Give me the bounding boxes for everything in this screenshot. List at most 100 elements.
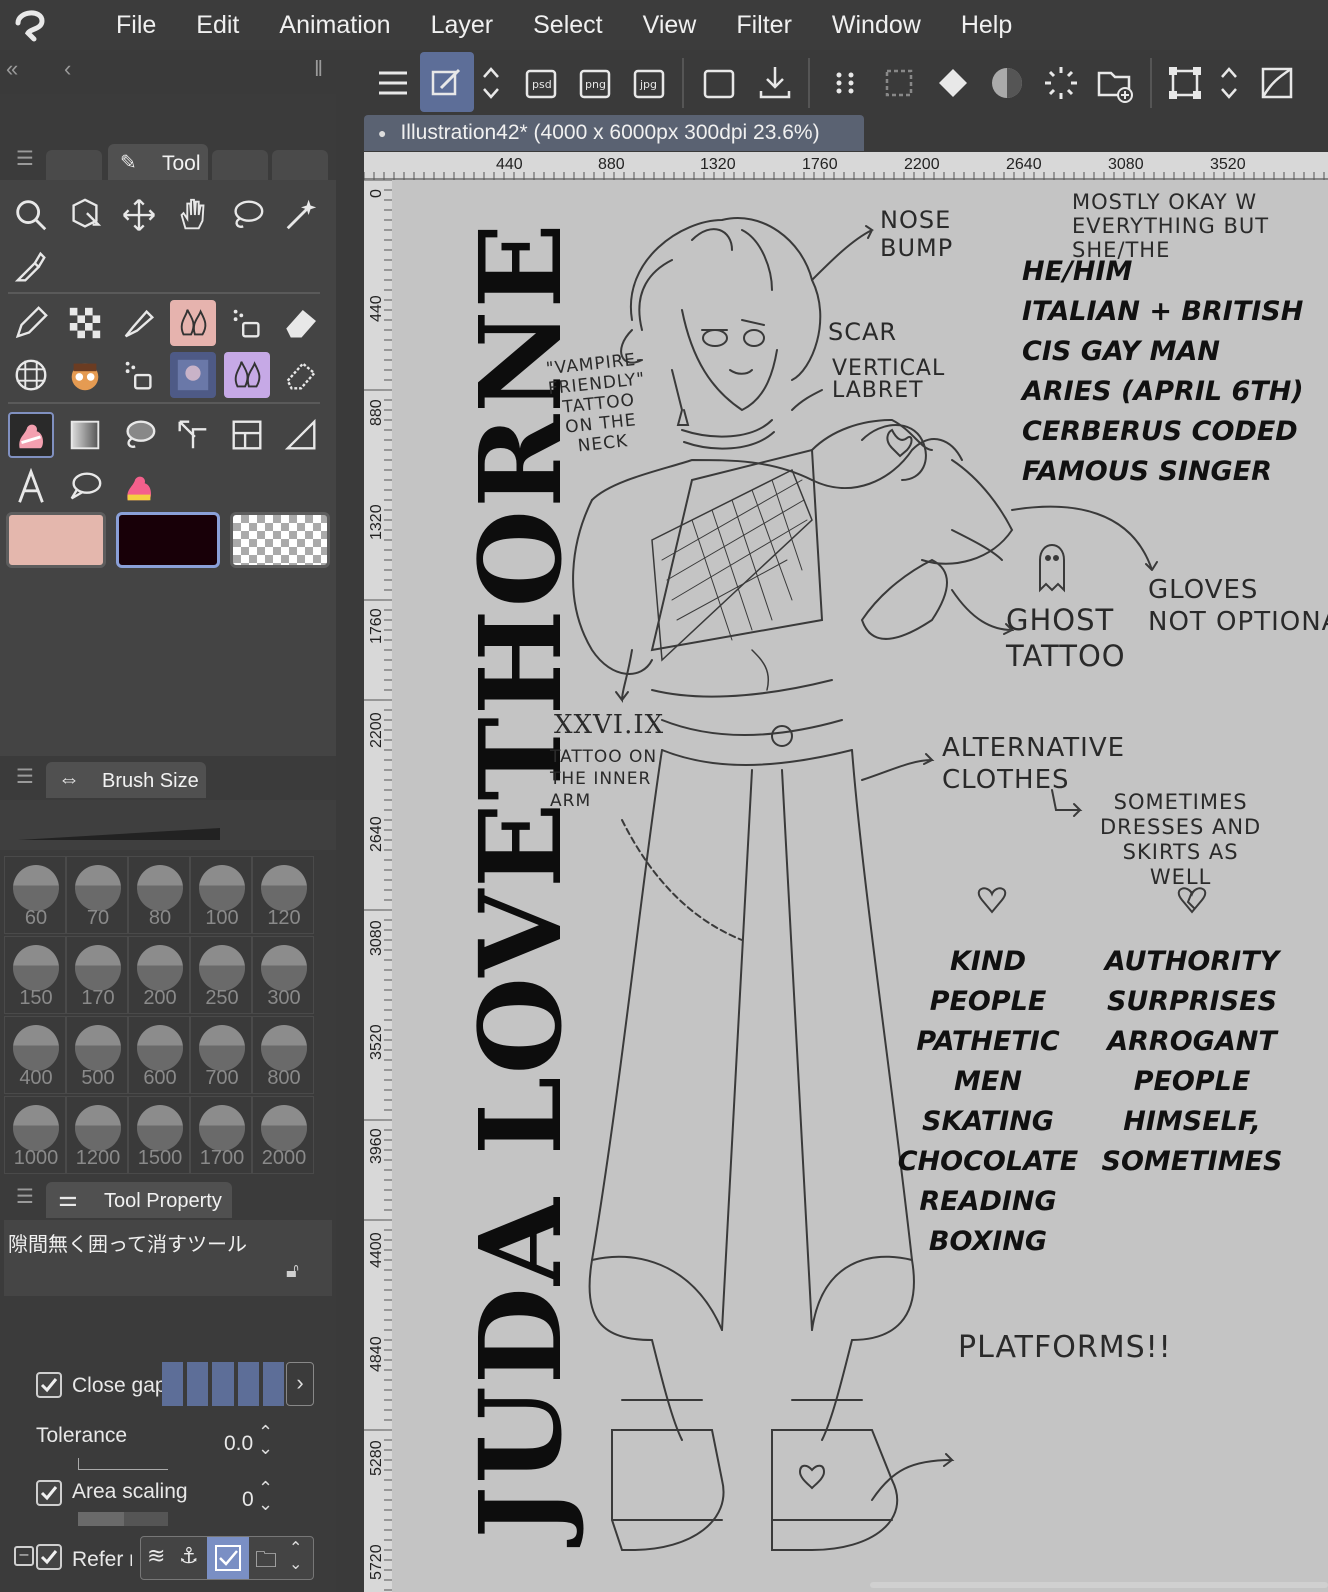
eraser-icon[interactable]	[278, 300, 324, 346]
export-jpg-icon[interactable]: jpg	[624, 58, 674, 108]
menu-file[interactable]: File	[116, 11, 156, 40]
tab-animation[interactable]	[272, 150, 328, 180]
brush-size-preset[interactable]: 100	[190, 856, 252, 934]
menu-animation[interactable]: Animation	[279, 11, 390, 40]
close-gap-checkbox[interactable]	[36, 1372, 62, 1398]
brush-size-preset[interactable]: 2000	[252, 1096, 314, 1174]
brush-size-preset[interactable]: 400	[4, 1016, 66, 1094]
menu-help[interactable]: Help	[961, 11, 1012, 40]
loading-spinner-icon[interactable]	[1036, 58, 1086, 108]
deselect-icon[interactable]	[874, 58, 924, 108]
tab-recent[interactable]	[46, 150, 102, 180]
brush-size-preset[interactable]: 500	[66, 1016, 128, 1094]
refer-stepper-icon[interactable]: ⌃ ⌄	[289, 1541, 302, 1573]
collapse-minus-icon[interactable]: –	[14, 1546, 34, 1566]
brush-size-slider[interactable]	[0, 800, 336, 850]
brush-size-preset[interactable]: 80	[128, 856, 190, 934]
app-logo-icon[interactable]	[0, 0, 60, 50]
main-color-swatch[interactable]	[6, 512, 106, 568]
menu-view[interactable]: View	[643, 11, 697, 40]
hamburger-menu-icon[interactable]	[368, 58, 418, 108]
brush-size-preset[interactable]: 150	[4, 936, 66, 1014]
brush-size-preset[interactable]: 300	[252, 936, 314, 1014]
selected-layer-icon[interactable]	[207, 1537, 249, 1579]
transparent-color-swatch[interactable]	[230, 512, 330, 568]
tab-tool[interactable]: ✎ Tool	[108, 144, 208, 180]
menu-edit[interactable]: Edit	[196, 11, 239, 40]
brush-size-preset[interactable]: 700	[190, 1016, 252, 1094]
layers-icon[interactable]: ≋	[147, 1543, 165, 1569]
collapse-left-icon[interactable]: ‹	[64, 56, 71, 82]
tone-curve-icon[interactable]	[1252, 58, 1302, 108]
gradient-icon[interactable]	[62, 412, 108, 458]
menu-filter[interactable]: Filter	[736, 11, 792, 40]
panel-menu-icon[interactable]: ☰	[16, 764, 34, 789]
brush-size-preset[interactable]: 70	[66, 856, 128, 934]
folder-icon[interactable]: 🗀︎	[255, 1543, 277, 1581]
canvas[interactable]: JUDA LOVETHORNE NOSE BUMP SCAR VERTICAL …	[392, 180, 1328, 1592]
close-gap-level[interactable]	[162, 1362, 285, 1406]
object-select-icon[interactable]	[62, 192, 108, 238]
panel-grip-icon[interactable]: ‖	[314, 56, 323, 82]
new-canvas-icon[interactable]	[694, 58, 744, 108]
magic-wand-icon[interactable]	[278, 192, 324, 238]
new-folder-icon[interactable]	[1090, 58, 1140, 108]
brush-size-preset[interactable]: 120	[252, 856, 314, 934]
image-brush-icon[interactable]	[170, 352, 216, 398]
tab-brush-size[interactable]: ⇔ Brush Size	[46, 762, 206, 798]
unlock-icon[interactable]: 🔓︎	[286, 1260, 299, 1283]
scroll-updown-2-icon[interactable]	[1214, 58, 1244, 108]
quick-access-icon[interactable]	[420, 52, 474, 112]
ruler-icon[interactable]	[278, 412, 324, 458]
brush-size-preset[interactable]: 60	[4, 856, 66, 934]
spray-icon[interactable]	[116, 352, 162, 398]
soft-eraser-icon[interactable]	[278, 352, 324, 398]
brush-size-preset[interactable]: 200	[128, 936, 190, 1014]
document-tab[interactable]: ● Illustration42* (4000 x 6000px 300dpi …	[364, 115, 864, 151]
area-scaling-slider[interactable]	[78, 1512, 168, 1526]
menu-layer[interactable]: Layer	[431, 11, 494, 40]
text-icon[interactable]	[8, 464, 54, 510]
move-icon[interactable]	[116, 192, 162, 238]
custom-brush-icon[interactable]	[62, 352, 108, 398]
tolerance-stepper-icon[interactable]: ⌃ ⌄	[258, 1423, 273, 1457]
refer-layer-options[interactable]: ≋ ⚓︎ 🗀︎ ⌃ ⌄	[140, 1536, 314, 1580]
export-psd-icon[interactable]: psd	[516, 58, 566, 108]
grip-dots-icon[interactable]	[820, 58, 870, 108]
area-scaling-checkbox[interactable]	[36, 1480, 62, 1506]
panel-menu-icon[interactable]: ☰	[16, 146, 34, 171]
area-scaling-stepper-icon[interactable]: ⌃ ⌄	[258, 1479, 273, 1513]
sub-color-swatch[interactable]	[116, 512, 220, 568]
correct-line-icon[interactable]	[116, 464, 162, 510]
hand-icon[interactable]	[170, 192, 216, 238]
fill-close-gap-icon[interactable]	[8, 412, 54, 458]
frame-border-icon[interactable]	[224, 412, 270, 458]
collapse-all-icon[interactable]: «	[6, 56, 18, 82]
fill-transparency-icon[interactable]	[982, 58, 1032, 108]
fill-bucket-icon[interactable]	[928, 58, 978, 108]
brush-size-preset[interactable]: 1200	[66, 1096, 128, 1174]
scroll-updown-icon[interactable]	[476, 58, 506, 108]
refer-multiple-checkbox[interactable]	[36, 1544, 62, 1570]
brush-size-preset[interactable]: 1700	[190, 1096, 252, 1174]
brush-size-preset[interactable]: 600	[128, 1016, 190, 1094]
lasso-fill-icon[interactable]	[116, 412, 162, 458]
brush-size-preset[interactable]: 1500	[128, 1096, 190, 1174]
balloon-icon[interactable]	[62, 464, 108, 510]
eyedropper-icon[interactable]	[8, 244, 54, 290]
tolerance-slider[interactable]	[78, 1458, 168, 1470]
horizontal-scrollbar[interactable]	[870, 1582, 1328, 1588]
brush-icon[interactable]	[116, 300, 162, 346]
pattern-icon[interactable]	[62, 300, 108, 346]
brush-size-preset[interactable]: 250	[190, 936, 252, 1014]
menu-window[interactable]: Window	[832, 11, 921, 40]
blend-brush-2-icon[interactable]	[224, 352, 270, 398]
export-png-icon[interactable]: png	[570, 58, 620, 108]
save-download-icon[interactable]	[750, 58, 800, 108]
brush-size-preset[interactable]: 170	[66, 936, 128, 1014]
transform-icon[interactable]	[1160, 58, 1210, 108]
zoom-icon[interactable]	[8, 192, 54, 238]
brush-size-preset[interactable]: 800	[252, 1016, 314, 1094]
brush-size-preset[interactable]: 1000	[4, 1096, 66, 1174]
figure-ruler-icon[interactable]	[170, 412, 216, 458]
